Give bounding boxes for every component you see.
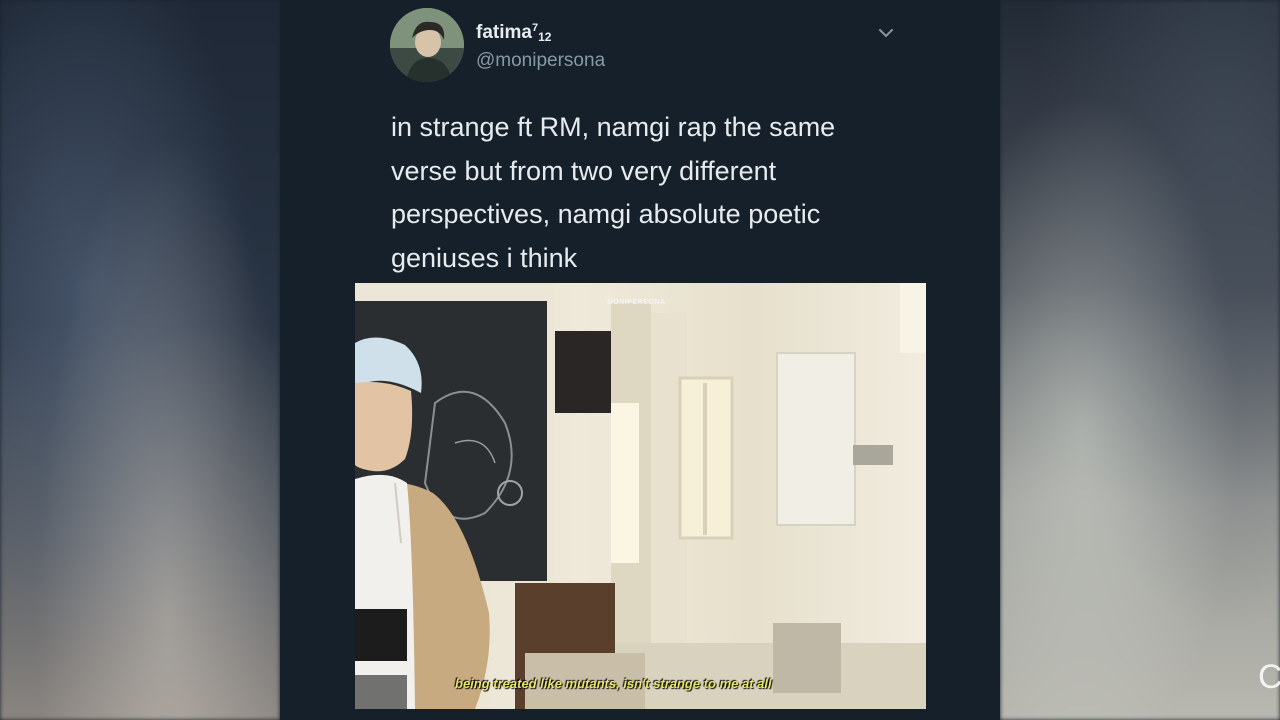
video-subtitle: being treated like mutants, isn't strang… bbox=[455, 676, 772, 691]
video-frame bbox=[355, 283, 926, 709]
display-name[interactable]: fatima712 bbox=[476, 22, 551, 44]
user-handle[interactable]: @monipersona bbox=[476, 50, 605, 72]
tweet-media-video[interactable]: MONIPERSONA being treated like mutants, … bbox=[355, 283, 926, 709]
avatar[interactable] bbox=[390, 8, 464, 82]
chevron-down-icon[interactable] bbox=[876, 24, 896, 42]
corner-overlay-glyph: C bbox=[1258, 658, 1280, 696]
avatar-image bbox=[390, 8, 464, 82]
video-watermark: MONIPERSONA bbox=[607, 299, 666, 306]
tweet-text: in strange ft RM, namgi rap the same ver… bbox=[391, 112, 836, 273]
blurred-background-right bbox=[1000, 0, 1280, 720]
blurred-background-left bbox=[0, 0, 280, 720]
name-subscript: 12 bbox=[538, 30, 552, 44]
